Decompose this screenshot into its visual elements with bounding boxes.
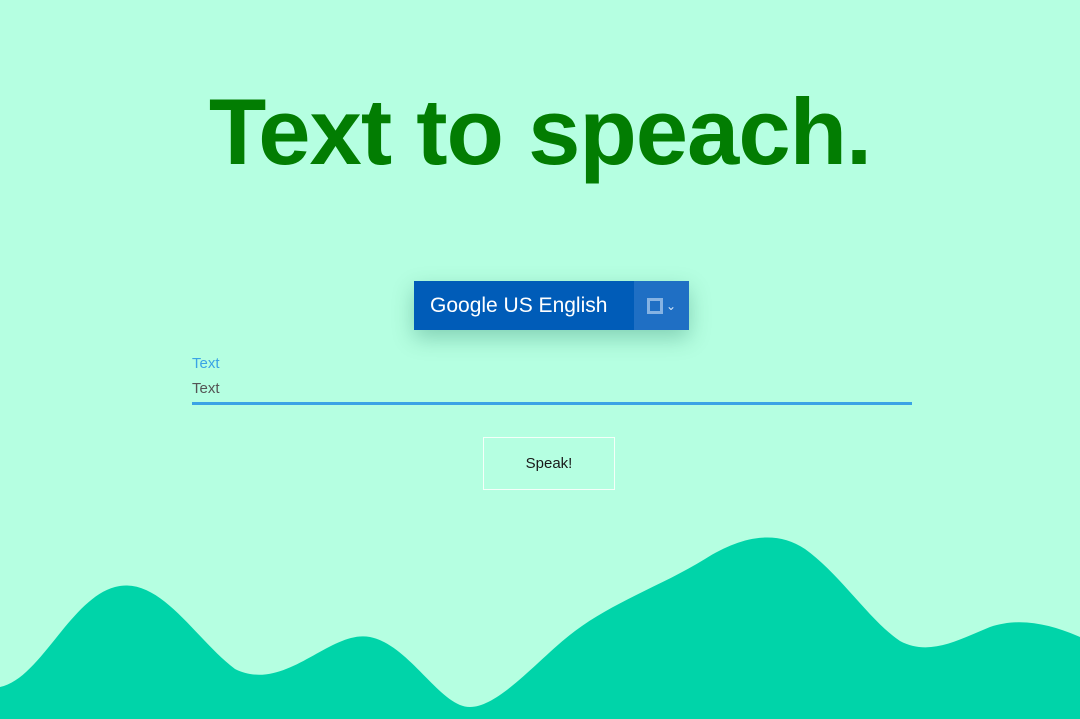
voice-select-value: Google US English bbox=[414, 281, 634, 330]
text-input[interactable] bbox=[192, 380, 912, 405]
chevron-down-icon: ⌄ bbox=[665, 298, 677, 313]
text-field: Text bbox=[192, 355, 912, 405]
voice-select[interactable]: Google US English ⌄ bbox=[414, 281, 689, 330]
text-field-label: Text bbox=[192, 355, 220, 372]
speak-button[interactable]: Speak! bbox=[483, 437, 615, 490]
checkbox-icon bbox=[646, 297, 663, 314]
page: Text to speach. Google US English ⌄ Text… bbox=[0, 0, 1080, 719]
voice-select-toggle[interactable]: ⌄ bbox=[634, 281, 689, 330]
page-title: Text to speach. bbox=[208, 79, 872, 184]
wave-decoration bbox=[0, 537, 1080, 719]
